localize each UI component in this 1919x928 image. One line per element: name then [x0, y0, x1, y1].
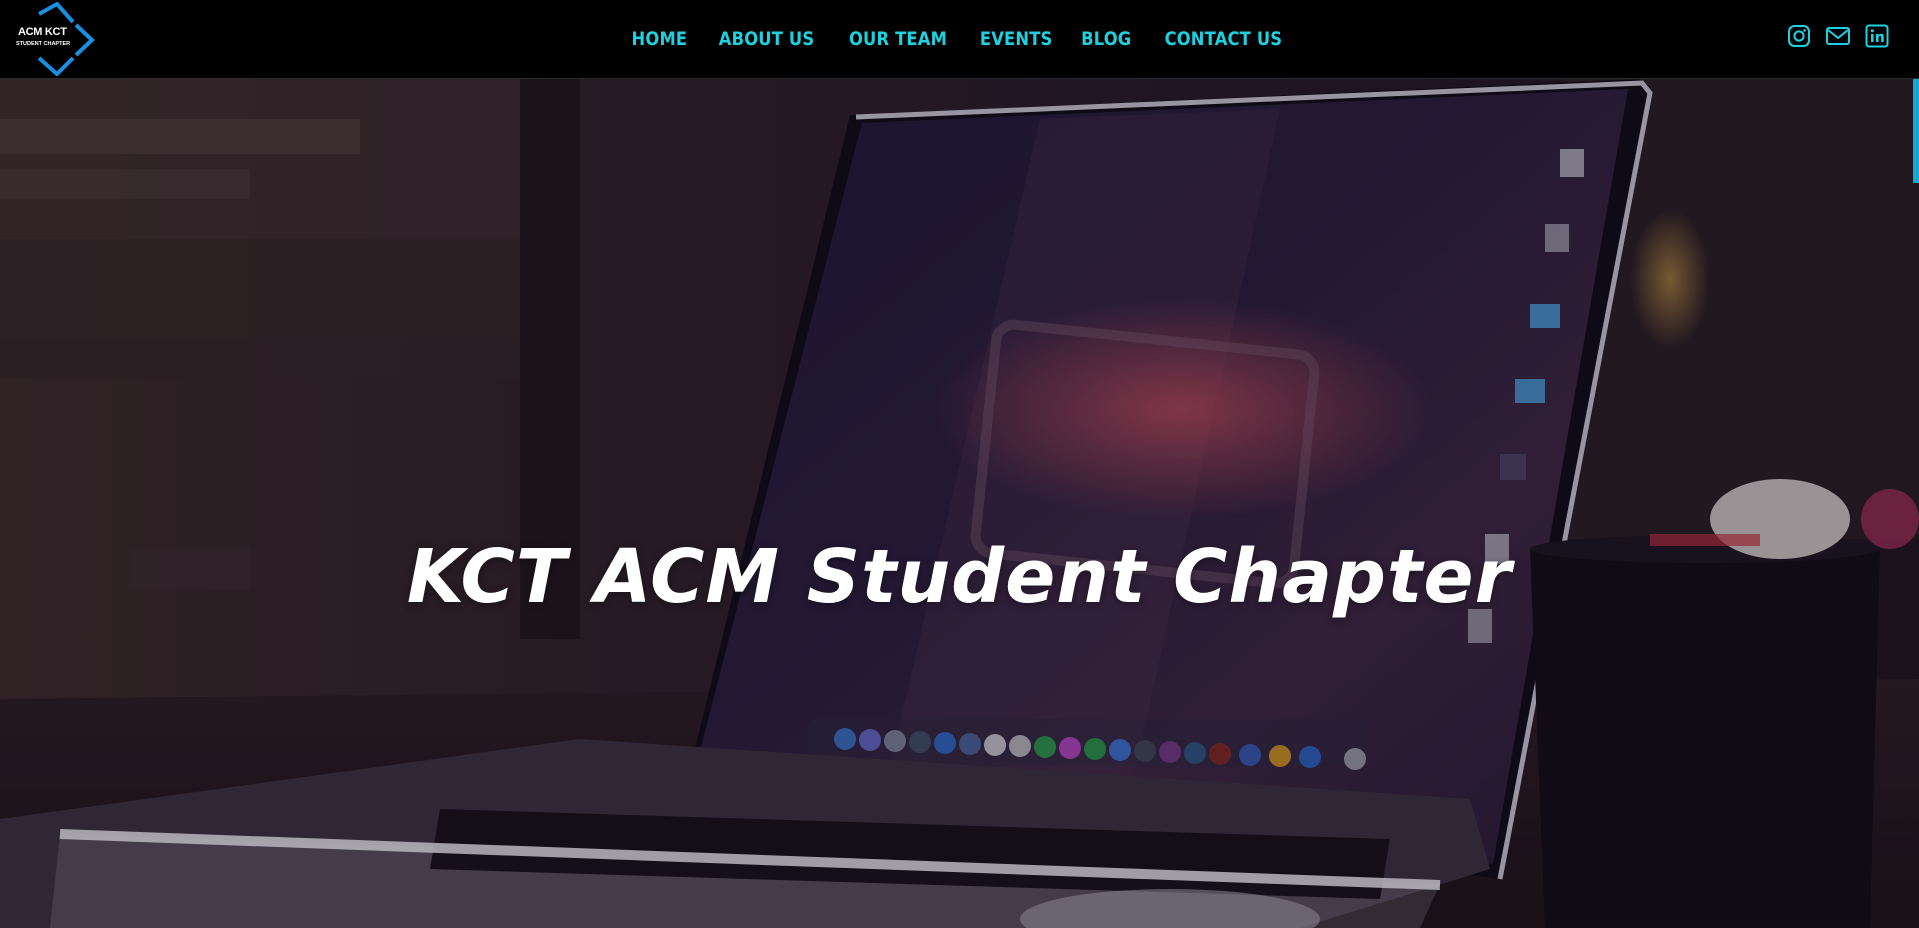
linkedin-icon[interactable] — [1865, 24, 1889, 48]
nav-about-us[interactable]: ABOUT US — [719, 28, 815, 50]
site-logo[interactable]: ACM KCT STUDENT CHAPTER — [10, 2, 96, 76]
mail-icon[interactable] — [1825, 24, 1851, 48]
hero-title: KCT ACM Student Chapter — [406, 533, 1513, 620]
instagram-icon[interactable] — [1787, 24, 1811, 48]
nav-contact-us[interactable]: CONTACT US — [1164, 28, 1282, 50]
main-nav: HOME ABOUT US OUR TEAM EVENTS BLOG CONTA… — [0, 0, 1919, 78]
logo-diamond-icon — [37, 2, 95, 76]
page: ACM KCT STUDENT CHAPTER HOME ABOUT US OU… — [0, 0, 1919, 928]
nav-events[interactable]: EVENTS — [980, 28, 1053, 50]
nav-blog[interactable]: BLOG — [1082, 28, 1132, 50]
hero-background-image — [0, 79, 1919, 928]
nav-home[interactable]: HOME — [632, 28, 688, 50]
nav-our-team[interactable]: OUR TEAM — [849, 28, 947, 50]
social-links — [1787, 24, 1889, 48]
navbar: ACM KCT STUDENT CHAPTER HOME ABOUT US OU… — [0, 0, 1919, 79]
hero-section: KCT ACM Student Chapter — [0, 79, 1919, 928]
scrollbar-thumb[interactable] — [1913, 79, 1919, 183]
logo-title: ACM KCT — [18, 26, 67, 38]
logo-subtitle: STUDENT CHAPTER — [16, 41, 71, 47]
